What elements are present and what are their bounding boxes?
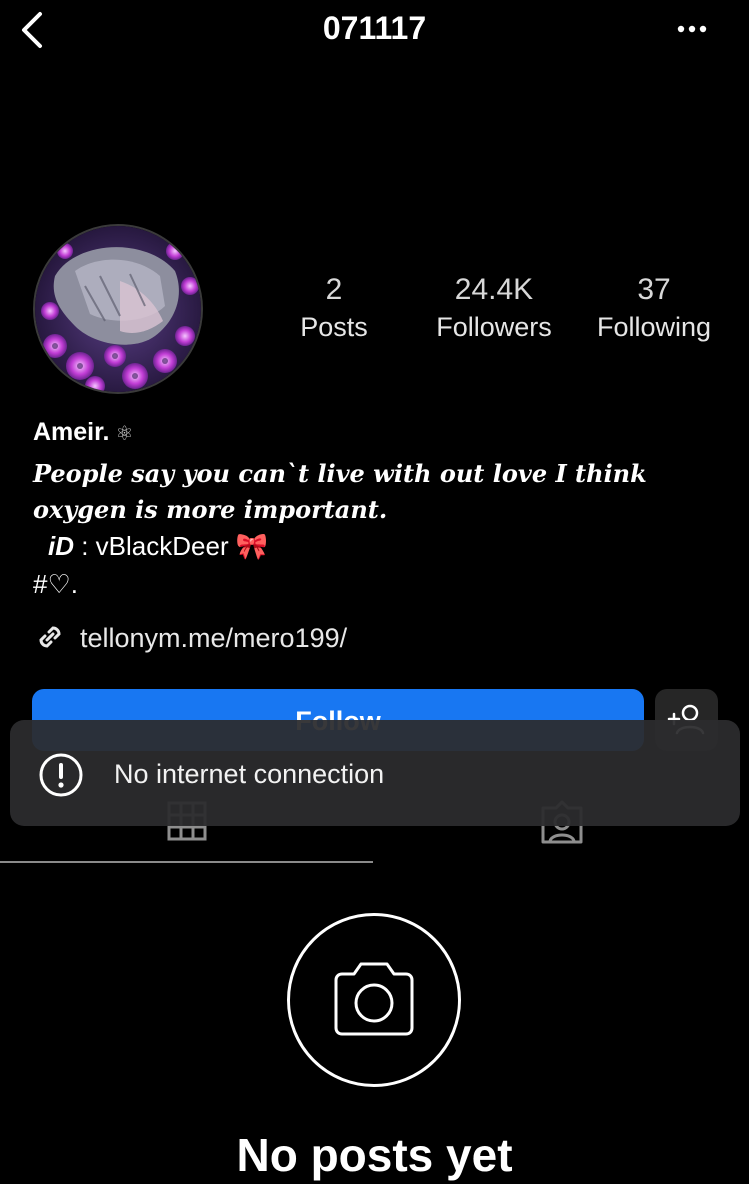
bio-id-label: iD <box>48 531 74 561</box>
atom-symbol-icon: ⚛ <box>115 423 134 445</box>
following-label: Following <box>596 312 712 342</box>
posts-label: Posts <box>300 312 368 342</box>
more-options-icon[interactable] <box>668 14 716 44</box>
bio-id-line: iD : vBlackDeer 🎀 <box>48 528 268 564</box>
stat-followers[interactable]: 24.4K Followers <box>414 272 574 346</box>
profile-name-text: Ameir. <box>33 418 110 446</box>
profile-avatar[interactable] <box>33 224 203 394</box>
empty-state-title: No posts yet <box>236 1129 513 1181</box>
tab-active-indicator <box>0 861 373 863</box>
link-icon <box>39 626 61 648</box>
avatar-image <box>35 226 201 392</box>
followers-label: Followers <box>436 312 552 342</box>
bio-hashtag: #♡. <box>33 569 78 599</box>
stat-posts: 2 Posts <box>254 272 414 346</box>
no-connection-toast: No internet connection <box>10 720 740 826</box>
bio-quote: People say you can`t live with out love … <box>33 459 647 524</box>
bio-id-separator: : <box>74 531 96 561</box>
page-title: 071117 <box>322 10 427 46</box>
toast-message: No internet connection <box>114 759 385 789</box>
posts-count: 2 <box>325 273 343 306</box>
camera-icon <box>334 962 414 1036</box>
alert-circle-icon <box>39 753 83 797</box>
stat-following[interactable]: 37 Following <box>574 272 734 346</box>
empty-state-circle <box>287 913 461 1087</box>
followers-count: 24.4K <box>454 273 534 306</box>
ribbon-emoji-icon: 🎀 <box>235 531 269 561</box>
profile-link[interactable]: tellonym.me/mero199/ <box>80 620 347 656</box>
profile-name: Ameir. ⚛ <box>33 416 133 450</box>
bio-id-value: vBlackDeer <box>95 531 229 561</box>
following-count: 37 <box>637 273 671 306</box>
